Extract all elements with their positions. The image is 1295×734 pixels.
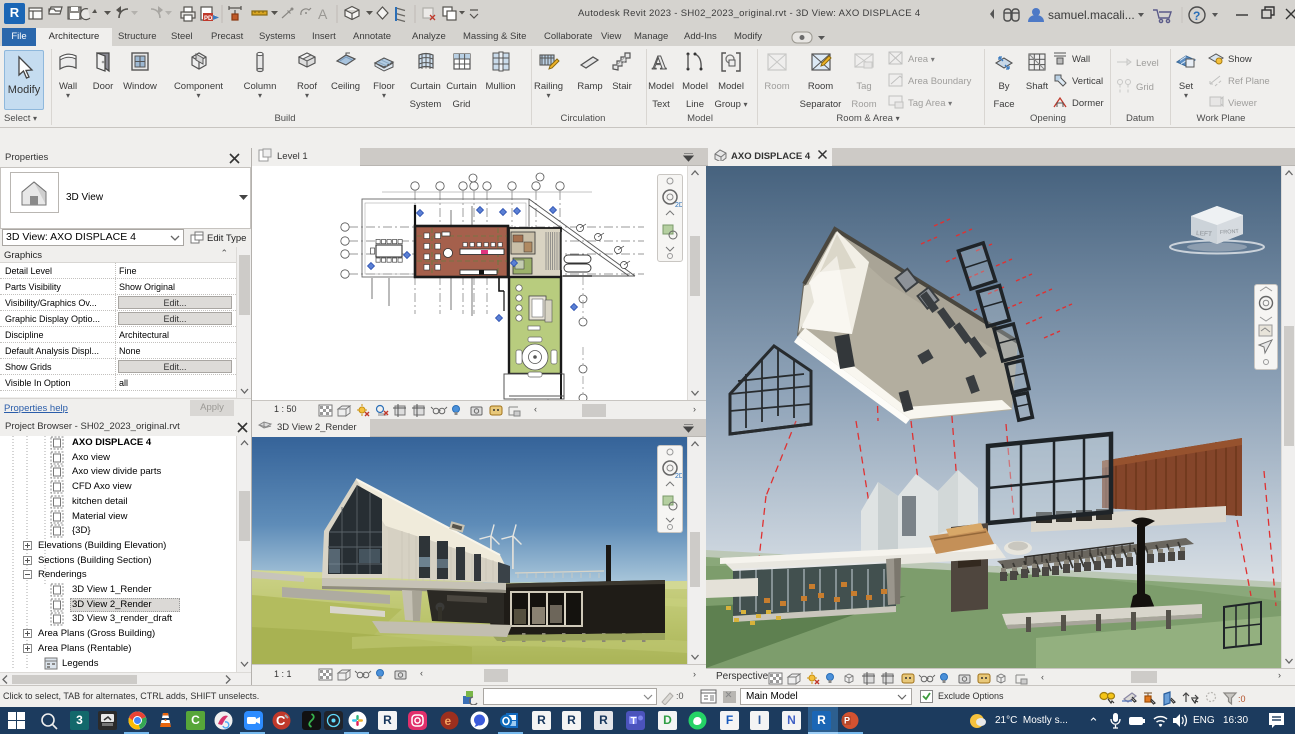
svg-text:e: e bbox=[445, 714, 452, 728]
svg-text:T: T bbox=[631, 716, 637, 727]
svg-text:A: A bbox=[318, 6, 328, 22]
svg-text::0: :0 bbox=[1238, 694, 1246, 704]
svg-text:C: C bbox=[276, 713, 286, 728]
svg-text:?: ? bbox=[1193, 9, 1200, 23]
svg-text:LEFT: LEFT bbox=[1196, 230, 1212, 238]
svg-text:2D: 2D bbox=[675, 202, 682, 209]
svg-text:P: P bbox=[844, 716, 850, 726]
svg-text:2D: 2D bbox=[675, 473, 682, 480]
svg-text:A: A bbox=[652, 52, 667, 74]
svg-text:samuel.macali...: samuel.macali... bbox=[1048, 8, 1135, 22]
